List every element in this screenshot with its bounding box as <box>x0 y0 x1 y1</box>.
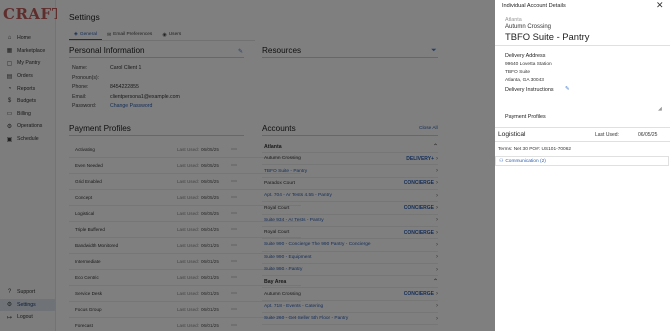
panel-divider <box>495 141 670 142</box>
address-line: 99640 Lovetta Station <box>505 62 552 67</box>
account-city: Atlanta <box>505 17 522 23</box>
address-line: Atlanta, GA 30043 <box>505 78 544 83</box>
delivery-address: 99640 Lovetta Station TBFO Suite Atlanta… <box>505 61 552 85</box>
communication-label: Communication (2) <box>505 158 546 164</box>
panel-title: Individual Account Details <box>502 3 566 9</box>
close-icon[interactable]: ✕ <box>656 0 664 11</box>
profile-terms: Terms: Net 30 PO#: US101-70062 <box>498 147 572 152</box>
modal-backdrop[interactable] <box>0 0 495 331</box>
resize-handle-icon[interactable]: ◢ <box>658 106 662 112</box>
account-location: Autumn Crossing <box>505 24 552 30</box>
address-line: TBFO Suite <box>505 70 531 75</box>
account-details-panel: Individual Account Details Atlanta Autum… <box>495 0 670 331</box>
account-name: TBFO Suite - Pantry <box>505 31 590 42</box>
panel-divider <box>495 45 670 46</box>
person-icon: ⚇ <box>499 158 504 164</box>
panel-divider <box>495 127 670 128</box>
edit-pencil-icon[interactable]: ✎ <box>565 86 570 92</box>
last-used-label: Last Used: <box>595 132 619 138</box>
profile-name: Logistical <box>498 131 526 138</box>
delivery-instructions-label: Delivery Instructions <box>505 87 554 93</box>
communication-link[interactable]: ⚇ Communication (2) <box>495 156 669 166</box>
payment-profiles-label: Payment Profiles <box>505 114 546 120</box>
delivery-address-label: Delivery Address <box>505 53 546 59</box>
last-used-date: 06/05/25 <box>638 132 658 138</box>
